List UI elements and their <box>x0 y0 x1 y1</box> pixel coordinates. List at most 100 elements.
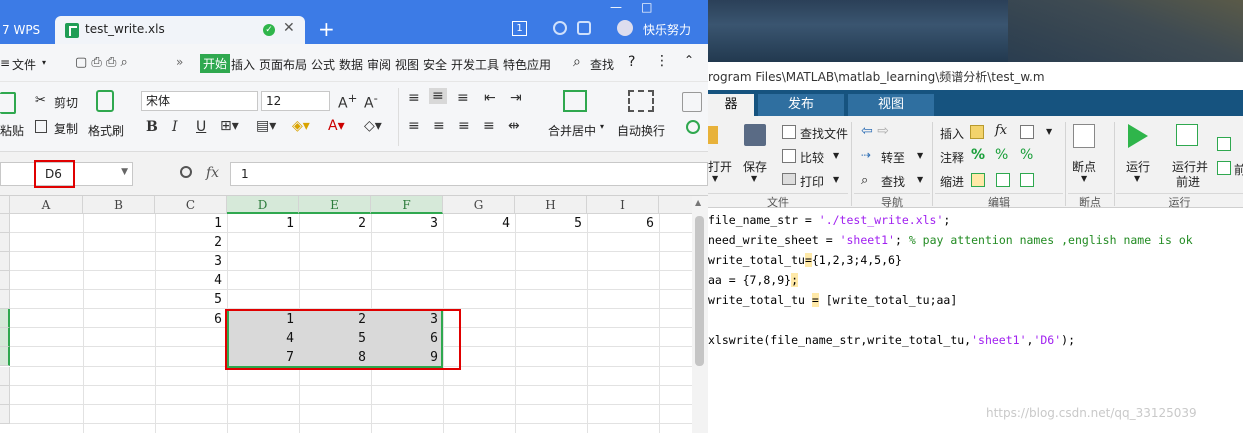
find-icon[interactable]: ⌕ <box>861 173 868 188</box>
find-files-icon[interactable] <box>782 125 796 139</box>
cell-c2[interactable]: 2 <box>155 233 227 252</box>
find-files-label[interactable]: 查找文件 <box>800 125 848 142</box>
number-format-box[interactable] <box>682 92 702 112</box>
compare-label[interactable]: 比较 <box>800 149 824 166</box>
distribute-icon[interactable]: ⇹ <box>508 118 520 134</box>
chevron-down-icon[interactable]: ▼ <box>1081 174 1087 183</box>
chevron-down-icon[interactable]: ▾ <box>600 122 604 131</box>
merge-icon[interactable] <box>563 90 587 112</box>
tab-editor[interactable]: 器 <box>708 94 754 116</box>
breakpoints-label[interactable]: 断点 <box>1072 158 1096 175</box>
save-label[interactable]: 保存 <box>743 158 767 175</box>
clear-icon[interactable]: ◇▾ <box>364 118 382 134</box>
menu-view[interactable]: 视图 <box>395 56 419 73</box>
cell-f1[interactable]: 3 <box>371 214 443 233</box>
fill-style-icon[interactable]: ▤▾ <box>256 118 276 134</box>
align-middle-icon[interactable]: ≡ <box>429 88 447 104</box>
search-label[interactable]: 查找 <box>590 56 614 73</box>
scroll-thumb[interactable] <box>695 216 704 366</box>
cell-c1[interactable]: 1 <box>155 214 227 233</box>
chevron-down-icon[interactable]: ▼ <box>833 151 839 160</box>
column-header-i[interactable]: I <box>587 196 659 214</box>
cell-c4[interactable]: 4 <box>155 271 227 290</box>
scroll-up-icon[interactable]: ▲ <box>695 198 701 207</box>
run-section-icon[interactable] <box>1217 137 1231 151</box>
align-top-icon[interactable]: ≡ <box>408 90 420 106</box>
row-header[interactable] <box>0 309 10 328</box>
code-line-5[interactable]: write_total_tu = [write_total_tu;aa] <box>708 293 957 307</box>
decrease-indent-icon[interactable] <box>1020 173 1034 187</box>
doc-tab[interactable]: test_write.xls ✓ ✕ <box>55 16 305 44</box>
cell-c6[interactable]: 6 <box>155 310 227 329</box>
format-painter-label[interactable]: 格式刷 <box>88 122 124 139</box>
fill-color-icon[interactable]: ◈▾ <box>292 118 310 134</box>
cell-i1[interactable]: 6 <box>587 214 659 233</box>
close-tab-icon[interactable]: ✕ <box>283 20 295 36</box>
uncomment-icon[interactable]: % <box>995 147 1008 163</box>
comment-icon[interactable]: % <box>971 147 985 163</box>
insert-label[interactable]: 插入 <box>940 125 964 142</box>
row-header[interactable] <box>0 252 10 271</box>
outdent-icon[interactable]: ⇤ <box>484 90 496 106</box>
indent-icon[interactable]: ⇥ <box>510 90 522 106</box>
bold-button[interactable]: B <box>146 119 158 135</box>
increase-font-icon[interactable]: A+ <box>338 91 357 112</box>
advance-label[interactable]: 前进 <box>1176 173 1200 190</box>
zoom-icon[interactable] <box>180 166 192 178</box>
menu-security[interactable]: 安全 <box>423 56 447 73</box>
cell-g1[interactable]: 4 <box>443 214 515 233</box>
chevron-down-icon[interactable]: ▼ <box>833 175 839 184</box>
decrease-font-icon[interactable]: A- <box>364 91 378 112</box>
open-label[interactable]: 打开 <box>708 158 732 175</box>
paste-icon[interactable] <box>0 92 16 114</box>
save-icon[interactable] <box>744 124 766 146</box>
align-bottom-icon[interactable]: ≡ <box>457 90 469 106</box>
menu-file[interactable]: 文件 <box>12 56 36 73</box>
compare-icon[interactable] <box>782 149 796 163</box>
smart-indent-icon[interactable] <box>971 173 985 187</box>
cell-d1[interactable]: 1 <box>227 214 299 233</box>
chevron-down-icon[interactable]: ▼ <box>917 151 923 160</box>
search-icon[interactable]: ⌕ <box>573 54 581 70</box>
underline-button[interactable]: U <box>196 119 206 135</box>
formula-input[interactable]: 1 <box>230 162 708 186</box>
wps-home-tab[interactable]: 7 WPS <box>0 16 50 44</box>
more-icon[interactable]: » <box>176 55 183 69</box>
menu-insert[interactable]: 插入 <box>231 56 255 73</box>
cell-h1[interactable]: 5 <box>515 214 587 233</box>
row-header[interactable] <box>0 233 10 252</box>
format-painter-icon[interactable] <box>96 90 114 112</box>
fx-insert-button[interactable]: fx <box>995 123 1007 138</box>
row-header[interactable] <box>0 214 10 233</box>
align-right-icon[interactable]: ≡ <box>458 118 470 134</box>
find-label[interactable]: 查找 <box>881 173 905 190</box>
code-line-1[interactable]: file_name_str = './test_write.xls'; <box>708 213 950 227</box>
wrap-text-icon[interactable] <box>628 90 654 112</box>
border-icon[interactable]: ⊞▾ <box>220 118 239 134</box>
row-header[interactable] <box>0 271 10 290</box>
row-header[interactable] <box>0 328 10 347</box>
merge-center-label[interactable]: 合并居中 <box>548 122 596 139</box>
font-name-select[interactable]: 宋体 <box>141 91 258 111</box>
copy-label[interactable]: 复制 <box>54 120 78 137</box>
code-line-4[interactable]: aa = {7,8,9}; <box>708 273 799 287</box>
wrap-comment-icon[interactable]: % <box>1020 147 1033 163</box>
code-line-2[interactable]: need_write_sheet = 'sheet1'; % pay atten… <box>708 233 1193 247</box>
cut-icon[interactable]: ✂ <box>35 93 46 108</box>
help-icon[interactable]: ? <box>628 54 635 70</box>
new-tab-button[interactable]: + <box>318 17 335 41</box>
insert-icon[interactable] <box>970 125 984 139</box>
row-header[interactable] <box>0 347 10 366</box>
goto-icon[interactable]: ⇢ <box>861 148 871 162</box>
menu-home[interactable]: 开始 <box>200 54 231 73</box>
chevron-down-icon[interactable]: ▾ <box>42 58 46 67</box>
cell-c3[interactable]: 3 <box>155 252 227 271</box>
corner-cell[interactable] <box>0 196 10 214</box>
row-header[interactable] <box>0 386 10 405</box>
italic-button[interactable]: I <box>172 119 178 135</box>
goto-label[interactable]: 转至 <box>881 149 905 166</box>
menu-data[interactable]: 数据 <box>339 56 363 73</box>
column-header-d[interactable]: D <box>227 196 299 214</box>
align-left-icon[interactable]: ≡ <box>408 118 420 134</box>
align-center-icon[interactable]: ≡ <box>433 118 445 134</box>
